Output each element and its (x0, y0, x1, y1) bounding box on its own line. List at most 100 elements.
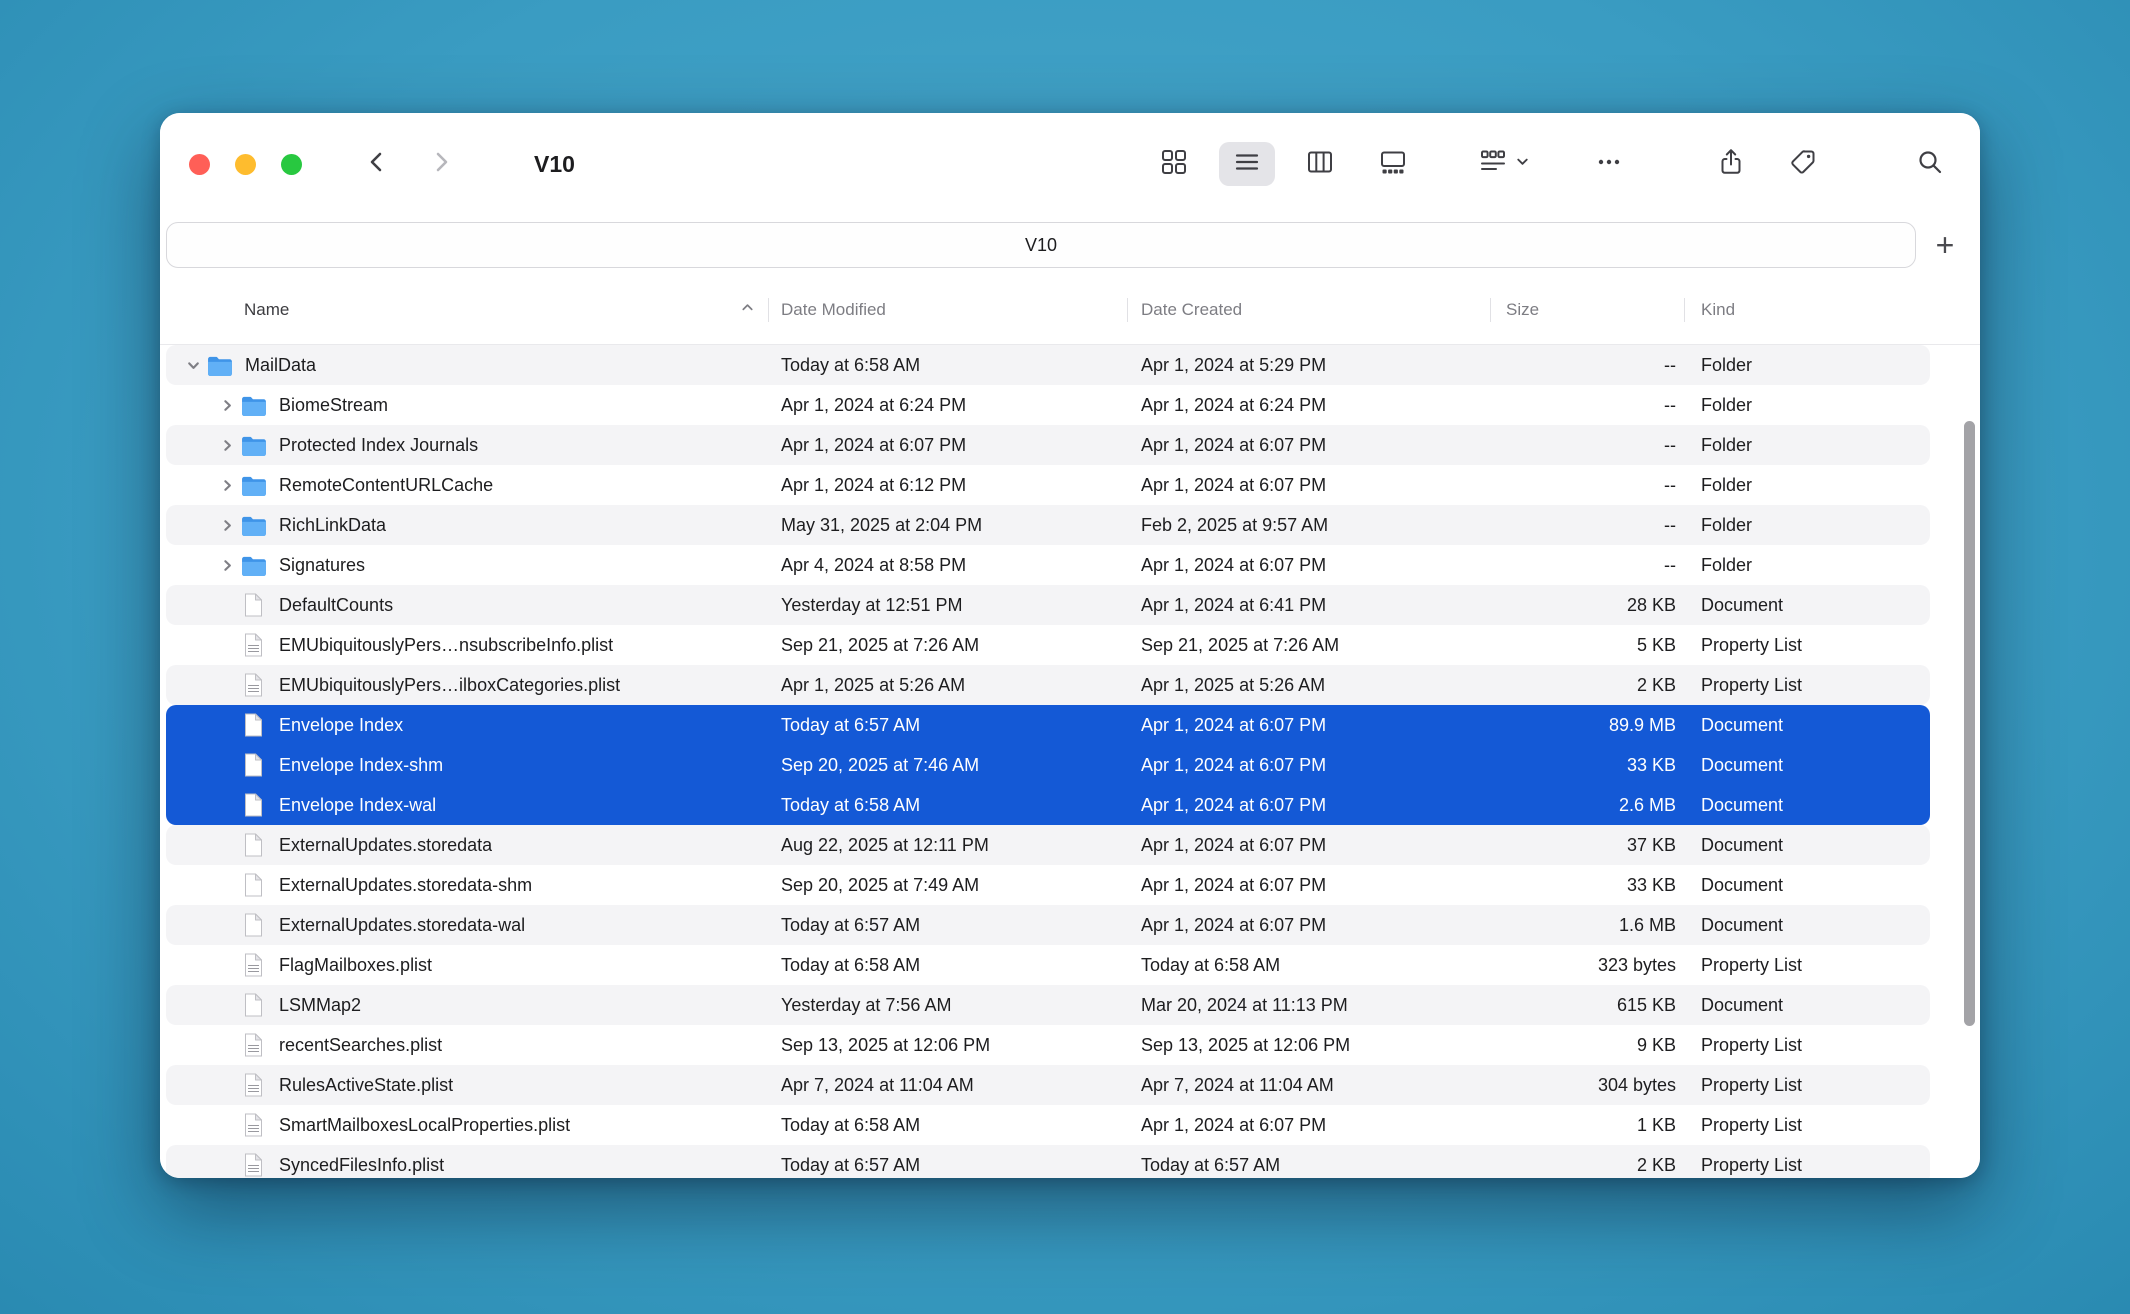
list-view-button[interactable] (1219, 142, 1275, 186)
file-row[interactable]: RulesActiveState.plistApr 7, 2024 at 11:… (166, 1065, 1930, 1105)
date-modified: Aug 22, 2025 at 12:11 PM (769, 835, 1128, 856)
file-row[interactable]: MailDataToday at 6:58 AMApr 1, 2024 at 5… (166, 345, 1930, 385)
column-header-size[interactable]: Size (1491, 275, 1685, 344)
date-modified: Today at 6:58 AM (769, 795, 1128, 816)
disclosure-chevron-icon[interactable] (214, 478, 240, 493)
share-icon (1716, 147, 1746, 182)
disclosure-chevron-icon[interactable] (214, 518, 240, 533)
file-size: 89.9 MB (1491, 715, 1685, 736)
date-created: Apr 1, 2024 at 6:07 PM (1128, 875, 1491, 896)
close-window-button[interactable] (189, 154, 210, 175)
file-size: 323 bytes (1491, 955, 1685, 976)
file-row[interactable]: Envelope Index-shmSep 20, 2025 at 7:46 A… (166, 745, 1930, 785)
more-options-button[interactable] (1581, 142, 1637, 186)
column-view-button[interactable] (1292, 142, 1348, 186)
folder-icon (240, 555, 267, 576)
disclosure-chevron-icon[interactable] (180, 358, 206, 373)
column-header-kind[interactable]: Kind (1685, 275, 1980, 344)
plist-icon (240, 673, 267, 697)
file-row[interactable]: SmartMailboxesLocalProperties.plistToday… (166, 1105, 1930, 1145)
file-row[interactable]: BiomeStreamApr 1, 2024 at 6:24 PMApr 1, … (166, 385, 1930, 425)
date-modified: Sep 13, 2025 at 12:06 PM (769, 1035, 1128, 1056)
group-icon (1478, 147, 1508, 182)
date-modified: Sep 20, 2025 at 7:46 AM (769, 755, 1128, 776)
file-name: EMUbiquitouslyPers…ilboxCategories.plist (279, 675, 620, 696)
date-modified: Apr 7, 2024 at 11:04 AM (769, 1075, 1128, 1096)
column-header-name[interactable]: Name (166, 275, 769, 344)
file-kind: Property List (1685, 955, 1930, 976)
date-modified: Today at 6:57 AM (769, 715, 1128, 736)
plist-icon (240, 1153, 267, 1177)
file-row[interactable]: LSMMap2Yesterday at 7:56 AMMar 20, 2024 … (166, 985, 1930, 1025)
file-row[interactable]: ExternalUpdates.storedata-shmSep 20, 202… (166, 865, 1930, 905)
file-size: 1.6 MB (1491, 915, 1685, 936)
file-row[interactable]: Envelope IndexToday at 6:57 AMApr 1, 202… (166, 705, 1930, 745)
forward-button[interactable] (422, 142, 460, 186)
window-title: V10 (534, 113, 575, 215)
file-row[interactable]: RemoteContentURLCacheApr 1, 2024 at 6:12… (166, 465, 1930, 505)
disclosure-chevron-icon[interactable] (214, 438, 240, 453)
column-header-label: Name (244, 300, 289, 320)
sort-ascending-icon (740, 300, 755, 320)
chevron-right-icon (426, 147, 456, 182)
gallery-view-button[interactable] (1365, 142, 1421, 186)
column-header-row: Name Date ModifiedDate CreatedSizeKind (160, 275, 1980, 345)
file-row[interactable]: Protected Index JournalsApr 1, 2024 at 6… (166, 425, 1930, 465)
new-tab-button[interactable]: + (1924, 222, 1966, 268)
file-list: MailDataToday at 6:58 AMApr 1, 2024 at 5… (160, 345, 1980, 1178)
minimize-window-button[interactable] (235, 154, 256, 175)
file-kind: Document (1685, 875, 1930, 896)
file-size: -- (1491, 395, 1685, 416)
file-kind: Folder (1685, 555, 1930, 576)
vertical-scrollbar-thumb[interactable] (1964, 421, 1975, 1026)
file-row[interactable]: EMUbiquitouslyPers…nsubscribeInfo.plistS… (166, 625, 1930, 665)
date-created: Apr 1, 2024 at 6:07 PM (1128, 715, 1491, 736)
file-row[interactable]: recentSearches.plistSep 13, 2025 at 12:0… (166, 1025, 1930, 1065)
file-kind: Property List (1685, 1075, 1930, 1096)
file-name: Protected Index Journals (279, 435, 478, 456)
tags-button[interactable] (1775, 142, 1831, 186)
date-modified: Today at 6:57 AM (769, 1155, 1128, 1176)
file-kind: Document (1685, 915, 1930, 936)
date-created: Apr 1, 2025 at 5:26 AM (1128, 675, 1491, 696)
share-button[interactable] (1703, 142, 1759, 186)
folder-icon (240, 395, 267, 416)
file-row[interactable]: SyncedFilesInfo.plistToday at 6:57 AMTod… (166, 1145, 1930, 1178)
column-header-modified[interactable]: Date Modified (769, 275, 1128, 344)
file-kind: Folder (1685, 515, 1930, 536)
file-row[interactable]: RichLinkDataMay 31, 2025 at 2:04 PMFeb 2… (166, 505, 1930, 545)
date-created: Apr 1, 2024 at 6:07 PM (1128, 755, 1491, 776)
file-name: SmartMailboxesLocalProperties.plist (279, 1115, 570, 1136)
search-icon (1915, 147, 1945, 182)
file-row[interactable]: ExternalUpdates.storedataAug 22, 2025 at… (166, 825, 1930, 865)
date-created: Apr 1, 2024 at 5:29 PM (1128, 355, 1491, 376)
icon-view-button[interactable] (1146, 142, 1202, 186)
file-size: 2 KB (1491, 1155, 1685, 1176)
file-row[interactable]: DefaultCountsYesterday at 12:51 PMApr 1,… (166, 585, 1930, 625)
group-by-button[interactable] (1472, 142, 1536, 186)
titlebar: V10 (160, 113, 1980, 215)
zoom-window-button[interactable] (281, 154, 302, 175)
file-kind: Property List (1685, 675, 1930, 696)
date-created: Apr 1, 2024 at 6:07 PM (1128, 475, 1491, 496)
date-modified: Apr 1, 2024 at 6:24 PM (769, 395, 1128, 416)
disclosure-chevron-icon[interactable] (214, 558, 240, 573)
search-button[interactable] (1902, 142, 1958, 186)
disclosure-chevron-icon[interactable] (214, 398, 240, 413)
file-name: LSMMap2 (279, 995, 361, 1016)
file-kind: Folder (1685, 355, 1930, 376)
chevron-down-icon (1515, 154, 1530, 174)
file-name: EMUbiquitouslyPers…nsubscribeInfo.plist (279, 635, 613, 656)
file-name: Envelope Index-wal (279, 795, 436, 816)
date-modified: Sep 20, 2025 at 7:49 AM (769, 875, 1128, 896)
back-button[interactable] (358, 142, 396, 186)
file-name: ExternalUpdates.storedata-wal (279, 915, 525, 936)
file-row[interactable]: SignaturesApr 4, 2024 at 8:58 PMApr 1, 2… (166, 545, 1930, 585)
file-row[interactable]: FlagMailboxes.plistToday at 6:58 AMToday… (166, 945, 1930, 985)
tab-v10[interactable]: V10 (166, 222, 1916, 268)
file-row[interactable]: ExternalUpdates.storedata-walToday at 6:… (166, 905, 1930, 945)
file-row[interactable]: Envelope Index-walToday at 6:58 AMApr 1,… (166, 785, 1930, 825)
column-header-created[interactable]: Date Created (1128, 275, 1491, 344)
file-kind: Property List (1685, 1035, 1930, 1056)
file-row[interactable]: EMUbiquitouslyPers…ilboxCategories.plist… (166, 665, 1930, 705)
